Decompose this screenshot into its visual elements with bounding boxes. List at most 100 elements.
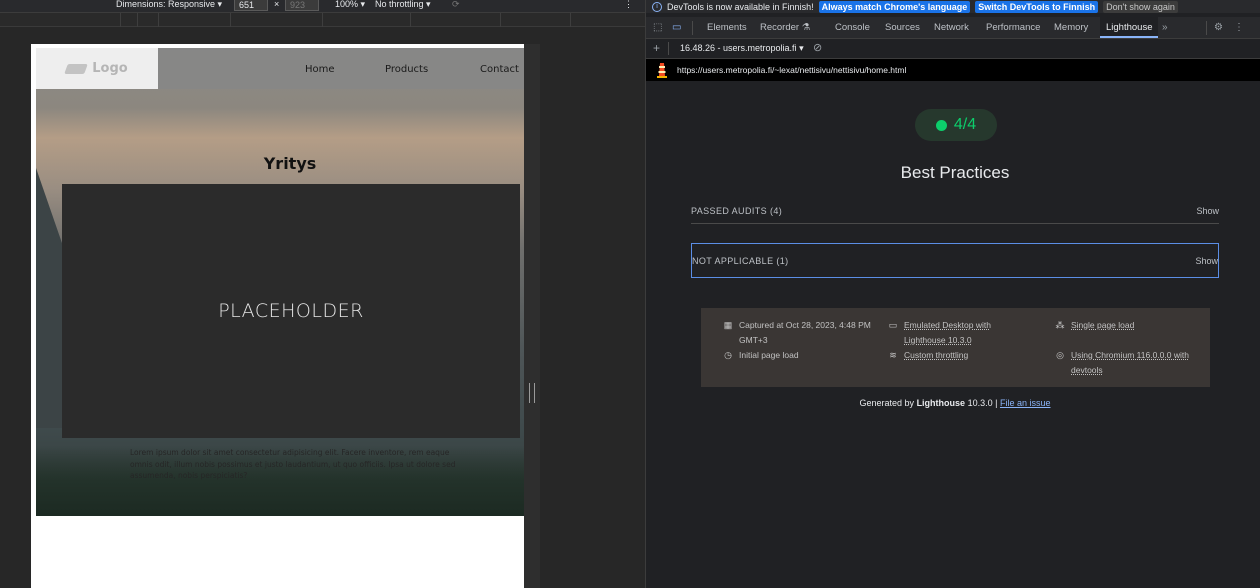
screen: Dimensions: Responsive ▾ 651 × 923 100% …: [0, 0, 1260, 588]
meta-chromium: ◎ Using Chromium 116.0.0.0 with devtools: [1055, 348, 1205, 378]
report-selector-label: 16.48.26 - users.metropolia.fi: [680, 43, 797, 53]
meta-single-load: ⁂ Single page load: [1055, 318, 1135, 333]
website-hero: Logo Home Products Contact Yritys PLACEH…: [36, 48, 524, 516]
site-title: Yritys: [263, 154, 317, 173]
toolbar-divider: [1206, 21, 1207, 35]
times-sign: ×: [274, 0, 280, 9]
placeholder-text: PLACEHOLDER: [218, 300, 364, 322]
not-applicable-group[interactable]: NOT APPLICABLE (1) Show: [691, 243, 1219, 278]
tab-memory[interactable]: Memory: [1054, 22, 1088, 33]
subbar-divider: [668, 42, 669, 55]
media-query-bar[interactable]: [0, 13, 645, 27]
meta-emulated-text[interactable]: Emulated Desktop with Lighthouse 10.3.0: [904, 318, 1018, 348]
ruler-segment: [230, 13, 231, 27]
viewport-gutter: [524, 44, 540, 588]
dimensions-label: Dimensions: Responsive: [116, 0, 216, 9]
group-label: NOT APPLICABLE (1): [692, 256, 789, 266]
lighthouse-report: 4/4 Best Practices PASSED AUDITS (4) Sho…: [646, 81, 1260, 588]
more-tabs-icon[interactable]: »: [1162, 22, 1168, 33]
passed-audits-group[interactable]: PASSED AUDITS (4) Show: [691, 199, 1219, 224]
report-url[interactable]: https://users.metropolia.fi/~lexat/netti…: [677, 65, 906, 75]
footer-prefix: Generated by: [859, 398, 915, 408]
report-footer: Generated by Lighthouse 10.3.0 | File an…: [646, 398, 1260, 408]
devtools-tabbar: ⬚ ▭ Elements Recorder ⚗ Console Sources …: [646, 17, 1260, 39]
report-url-bar: https://users.metropolia.fi/~lexat/netti…: [646, 59, 1260, 81]
chevron-down-icon: ▾: [799, 43, 804, 53]
ruler-segment: [137, 13, 138, 27]
logo-text: Logo: [92, 61, 128, 76]
tab-sources[interactable]: Sources: [885, 22, 920, 33]
device-toolbar-icon[interactable]: ▭: [672, 22, 681, 33]
devtools-panel: i DevTools is now available in Finnish! …: [645, 0, 1260, 588]
meta-captured: ▦ Captured at Oct 28, 2023, 4:48 PM GMT+…: [723, 318, 873, 348]
throttling-label: No throttling: [375, 0, 424, 9]
meta-emulated: ▭ Emulated Desktop with Lighthouse 10.3.…: [888, 318, 1018, 348]
ruler-segment: [322, 13, 323, 27]
emulated-viewport: Logo Home Products Contact Yritys PLACEH…: [31, 44, 524, 588]
meta-chromium-text[interactable]: Using Chromium 116.0.0.0 with devtools: [1071, 348, 1205, 378]
ruler-segment: [120, 13, 121, 27]
nav-home[interactable]: Home: [305, 64, 335, 75]
meta-throttling: ≋ Custom throttling: [888, 348, 968, 363]
meta-initial-text: Initial page load: [739, 350, 799, 360]
toolbar-divider: [692, 21, 693, 35]
more-options-icon[interactable]: ⋮: [1234, 22, 1244, 33]
pass-dot-icon: [935, 119, 947, 131]
meta-single-text[interactable]: Single page load: [1071, 318, 1134, 333]
inspect-element-icon[interactable]: ⬚: [653, 22, 662, 33]
ruler-segment: [500, 13, 501, 27]
tab-elements[interactable]: Elements: [707, 22, 747, 33]
meta-captured-text: Captured at Oct 28, 2023, 4:48 PM GMT+3: [739, 320, 871, 345]
tab-network[interactable]: Network: [934, 22, 969, 33]
show-button[interactable]: Show: [1195, 256, 1218, 266]
logo-icon: [64, 63, 89, 74]
throttling-dropdown[interactable]: No throttling ▾: [375, 0, 431, 10]
zoom-label: 100%: [335, 0, 359, 9]
zoom-dropdown[interactable]: 100% ▾: [335, 0, 365, 10]
width-input[interactable]: 651: [234, 0, 268, 11]
infobar-message: DevTools is now available in Finnish!: [667, 1, 814, 12]
tab-console[interactable]: Console: [835, 22, 870, 33]
site-logo[interactable]: Logo: [36, 48, 158, 89]
lighthouse-icon: [657, 63, 667, 78]
chrome-icon: ◎: [1056, 350, 1064, 360]
lighthouse-subbar: + 16.48.26 - users.metropolia.fi ▾ ⊘: [646, 39, 1260, 59]
tab-lighthouse[interactable]: Lighthouse: [1100, 17, 1159, 38]
tab-recorder[interactable]: Recorder ⚗: [760, 22, 810, 33]
viewport-resize-handle[interactable]: [529, 383, 535, 403]
category-title: Best Practices: [900, 163, 1010, 182]
tab-performance[interactable]: Performance: [986, 22, 1040, 33]
nodes-icon: ⁂: [1055, 320, 1065, 330]
match-language-button[interactable]: Always match Chrome's language: [818, 0, 971, 13]
calendar-icon: ▦: [723, 320, 733, 330]
rotate-icon[interactable]: ⟳: [452, 0, 460, 10]
ruler-segment: [410, 13, 411, 27]
nav-contact[interactable]: Contact: [480, 64, 519, 75]
body-text: Lorem ipsum dolor sit amet consectetur a…: [130, 448, 456, 480]
score-gauge[interactable]: 4/4: [915, 109, 997, 141]
info-icon: i: [652, 1, 662, 12]
footer-version: 10.3.0 |: [967, 398, 998, 408]
nav-products[interactable]: Products: [385, 64, 428, 75]
dont-show-again-button[interactable]: Don't show again: [1103, 0, 1178, 13]
switch-finnish-button[interactable]: Switch DevTools to Finnish: [975, 0, 1099, 13]
meta-throttling-text[interactable]: Custom throttling: [904, 348, 968, 363]
height-input[interactable]: 923: [285, 0, 319, 11]
ruler-segment: [570, 13, 571, 27]
ruler-segment: [158, 13, 159, 27]
device-toolbar: Dimensions: Responsive ▾ 651 × 923 100% …: [0, 0, 645, 13]
file-issue-link[interactable]: File an issue: [1000, 398, 1051, 408]
site-header: Logo Home Products Contact: [36, 48, 524, 89]
show-button[interactable]: Show: [1196, 206, 1219, 216]
desktop-icon: ▭: [888, 320, 898, 330]
score-value: 4/4: [953, 116, 977, 133]
meta-initial-load: ◷ Initial page load: [723, 348, 799, 363]
dimensions-dropdown[interactable]: Dimensions: Responsive ▾: [116, 0, 222, 10]
device-more-icon[interactable]: ⋮: [624, 0, 633, 10]
settings-gear-icon[interactable]: ⚙: [1214, 22, 1223, 33]
device-emulation-pane: Dimensions: Responsive ▾ 651 × 923 100% …: [0, 0, 645, 588]
group-label: PASSED AUDITS (4): [691, 206, 783, 216]
report-selector[interactable]: 16.48.26 - users.metropolia.fi ▾: [680, 43, 804, 54]
clear-reports-icon[interactable]: ⊘: [813, 41, 822, 54]
new-report-icon[interactable]: +: [653, 41, 660, 55]
